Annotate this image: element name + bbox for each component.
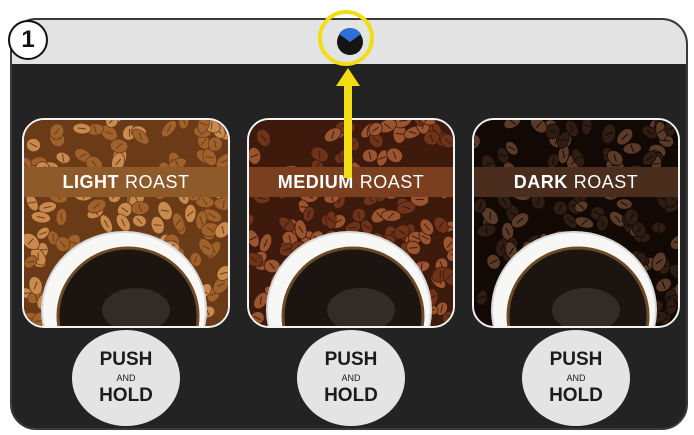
hold-label: HOLD: [99, 385, 153, 406]
push-label: PUSH: [324, 349, 378, 370]
and-label: AND: [116, 373, 136, 383]
medium-roast-push-hold-button[interactable]: PUSH AND HOLD: [297, 330, 405, 426]
and-label: AND: [566, 373, 586, 383]
light-roast-card: LIGHT ROAST: [22, 118, 230, 328]
push-label: PUSH: [99, 349, 153, 370]
highlight-ring: [318, 10, 374, 66]
step-number-badge: 1: [8, 20, 48, 60]
light-roast-label: LIGHT ROAST: [24, 167, 228, 197]
arrow-up-icon: [336, 68, 360, 178]
dark-roast-card: DARK ROAST: [472, 118, 680, 328]
hold-label: HOLD: [324, 385, 378, 406]
light-roast-push-hold-button[interactable]: PUSH AND HOLD: [72, 330, 180, 426]
roast-word-label: ROAST: [573, 171, 639, 192]
and-label: AND: [341, 373, 361, 383]
hold-label: HOLD: [549, 385, 603, 406]
roast-word-label: ROAST: [359, 171, 425, 192]
dark-roast-push-hold-button[interactable]: PUSH AND HOLD: [522, 330, 630, 426]
step-number: 1: [21, 26, 35, 53]
roast-word-label: ROAST: [124, 171, 190, 192]
roast-strength-label: LIGHT: [62, 171, 119, 192]
coffee-beans-image: [24, 120, 228, 326]
roast-strength-label: DARK: [513, 171, 568, 192]
coffee-beans-image: [474, 120, 678, 326]
push-label: PUSH: [549, 349, 603, 370]
dark-roast-label: DARK ROAST: [474, 167, 678, 197]
